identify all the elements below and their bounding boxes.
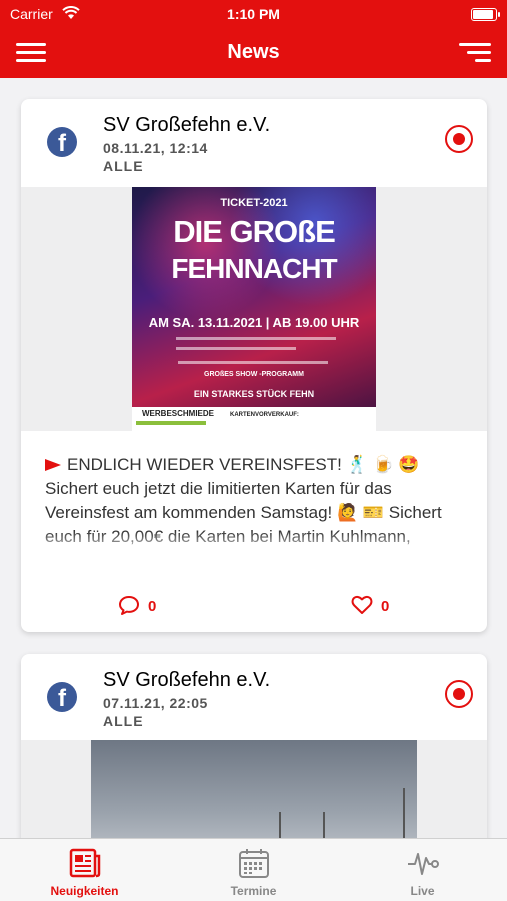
- calendar-icon: [239, 849, 269, 878]
- post-date: 07.11.21, 22:05: [103, 695, 208, 711]
- club-logo-icon: [445, 125, 473, 153]
- tab-label: Live: [410, 884, 435, 898]
- poster-show-text: GROßES SHOW -PROGRAMM: [204, 371, 304, 378]
- poster-ticket-text: TICKET-2021: [220, 197, 288, 209]
- facebook-icon: f: [47, 682, 77, 712]
- post-date: 08.11.21, 12:14: [103, 140, 208, 156]
- like-button[interactable]: 0: [351, 595, 389, 615]
- newspaper-icon: [69, 848, 101, 878]
- tab-neuigkeiten[interactable]: Neuigkeiten: [0, 839, 169, 901]
- post-category: ALLE: [103, 158, 144, 174]
- post-text-headline: ENDLICH WIEDER VEREINSFEST! 🕺 🍺 🤩: [67, 455, 420, 474]
- event-poster-image: TICKET-2021 DIE GROßE FEHNNACHT AM SA. 1…: [132, 187, 376, 431]
- poster-presale: KARTENVORVERKAUF:: [230, 412, 299, 418]
- comment-count: 0: [148, 598, 157, 615]
- news-post-card[interactable]: f SV Großefehn e.V. 08.11.21, 12:14 ALLE…: [21, 99, 487, 632]
- flag-icon: [45, 459, 61, 471]
- facebook-icon: f: [47, 127, 77, 157]
- heart-icon: [351, 595, 373, 614]
- pulse-icon: [408, 853, 439, 875]
- like-count: 0: [381, 598, 390, 615]
- status-bar: Carrier 1:10 PM: [0, 6, 507, 24]
- comment-icon: [119, 596, 139, 615]
- post-author: SV Großefehn e.V.: [103, 669, 271, 691]
- battery-icon: [471, 8, 500, 21]
- filter-icon[interactable]: [459, 43, 491, 63]
- tab-termine[interactable]: Termine: [169, 839, 338, 901]
- comment-button[interactable]: 0: [118, 595, 156, 615]
- post-category: ALLE: [103, 713, 144, 729]
- poster-date-line: AM SA. 13.11.2021 | AB 19.00 UHR: [148, 315, 360, 330]
- tab-bar: Neuigkeiten Termine Live: [0, 838, 507, 901]
- poster-headline-2: FEHNNACHT: [171, 253, 337, 284]
- poster-headline-1: DIE GROßE: [173, 214, 336, 249]
- post-author: SV Großefehn e.V.: [103, 114, 271, 136]
- poster-slogan: EIN STARKES STÜCK FEHN: [193, 389, 315, 399]
- page-title: News: [227, 41, 280, 63]
- tab-label: Termine: [230, 884, 277, 898]
- tab-live[interactable]: Live: [338, 839, 507, 901]
- poster-sponsor: WERBESCHMIEDE: [142, 409, 215, 418]
- top-bar: Carrier 1:10 PM News: [0, 0, 507, 78]
- clock-label: 1:10 PM: [227, 6, 280, 22]
- tab-label: Neuigkeiten: [50, 884, 119, 898]
- club-logo-icon: [445, 680, 473, 708]
- post-media[interactable]: TICKET-2021 DIE GROßE FEHNNACHT AM SA. 1…: [21, 187, 487, 431]
